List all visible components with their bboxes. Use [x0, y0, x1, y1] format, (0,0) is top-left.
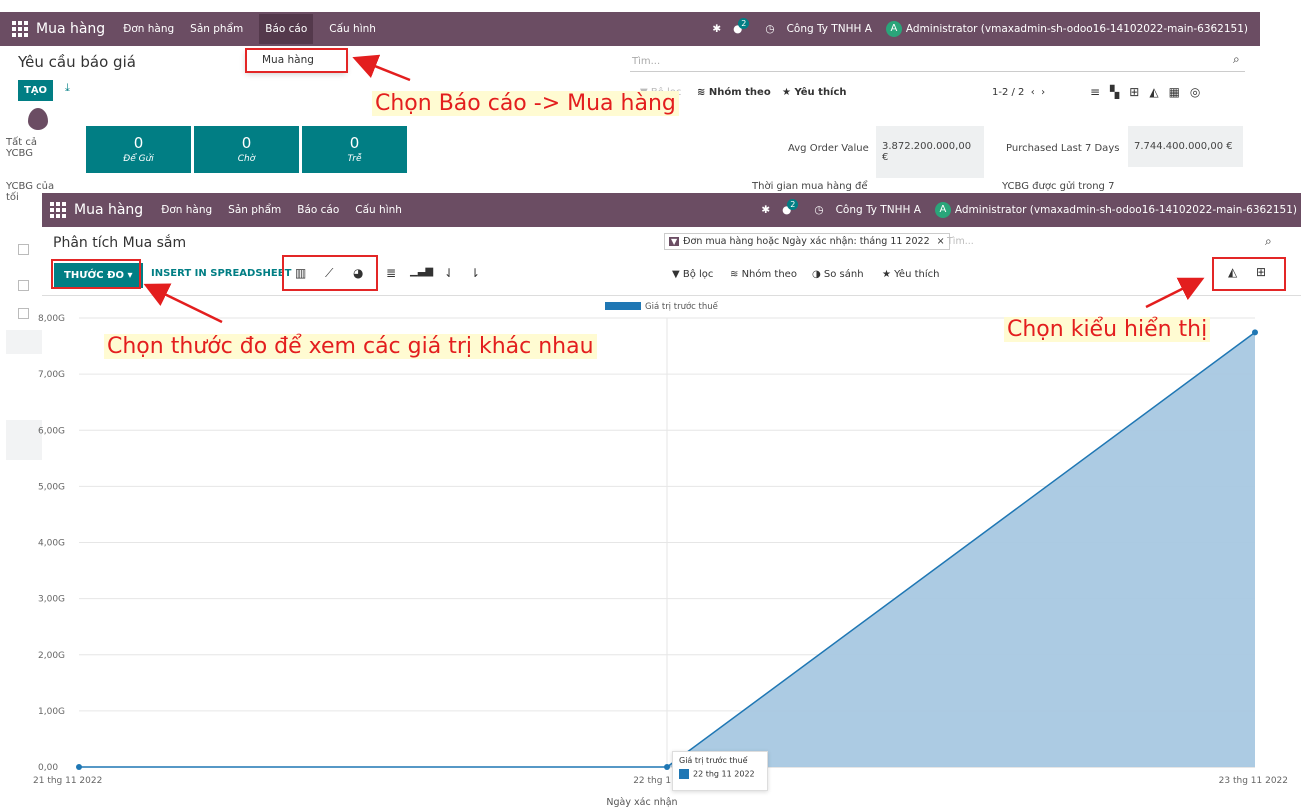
data-point — [664, 764, 670, 770]
tooltip-item: 22 thg 11 2022 — [679, 769, 761, 779]
y-tick-label: 2,00G — [38, 651, 65, 661]
data-point — [76, 764, 82, 770]
legend-label[interactable]: Giá trị trước thuế — [645, 301, 719, 312]
y-tick-label: 0,00 — [38, 763, 58, 773]
x-tick-label: 23 thg 11 2022 — [1219, 776, 1288, 786]
y-tick-label: 3,00G — [38, 595, 65, 605]
x-tick-label: 21 thg 11 2022 — [33, 776, 102, 786]
annotation-view: Chọn kiểu hiển thị — [1004, 317, 1211, 342]
annotation-measure: Chọn thước đo để xem các giá trị khác nh… — [104, 334, 597, 359]
y-tick-label: 5,00G — [38, 482, 65, 492]
x-axis-label: Ngày xác nhận — [606, 797, 677, 808]
y-tick-label: 7,00G — [38, 370, 65, 380]
y-axis-ticks: 0,00 1,00G 2,00G 3,00G 4,00G 5,00G 6,00G 7,00G 8… — [38, 314, 65, 773]
tooltip-swatch — [679, 769, 689, 779]
x-axis-ticks: 21 thg 11 2022 22 thg 11 23 thg 11 2022 — [33, 776, 1288, 786]
annotation-report: Chọn Báo cáo -> Mua hàng — [372, 91, 679, 116]
y-tick-label: 4,00G — [38, 539, 65, 549]
x-tick-label: 22 thg 11 — [633, 776, 677, 786]
area-chart: 0,00 1,00G 2,00G 3,00G 4,00G 5,00G 6,00G 7,00G 8… — [33, 301, 1288, 808]
legend-swatch[interactable] — [605, 302, 641, 310]
y-tick-label: 1,00G — [38, 707, 65, 717]
y-tick-label: 8,00G — [38, 314, 65, 324]
y-tick-label: 6,00G — [38, 426, 65, 436]
tooltip-item-label: 22 thg 11 2022 — [693, 769, 755, 779]
chart-tooltip: Giá trị trước thuế 22 thg 11 2022 — [672, 751, 768, 791]
data-point — [1252, 329, 1258, 336]
tooltip-title: Giá trị trước thuế — [679, 756, 748, 765]
